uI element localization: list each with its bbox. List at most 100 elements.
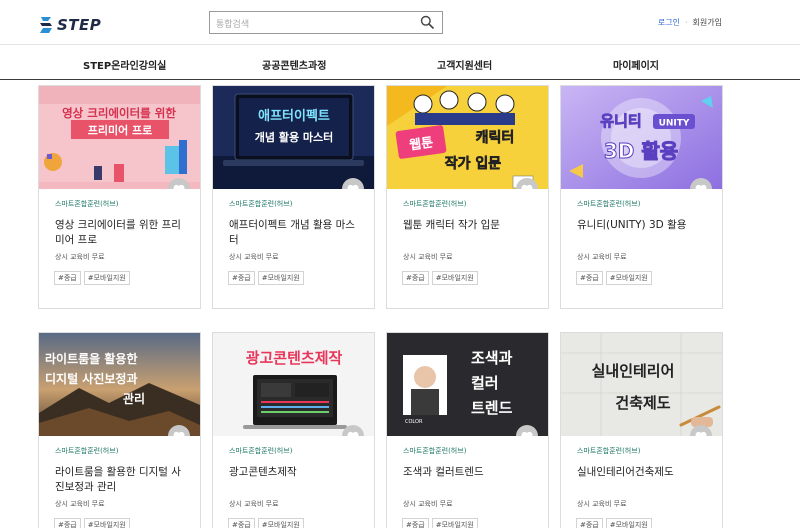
course-provider: 스마트혼합훈련(허브)	[403, 447, 467, 455]
course-tag[interactable]: #모바일지원	[257, 518, 304, 528]
heart-icon	[695, 431, 707, 436]
course-tag[interactable]: #중급	[228, 518, 255, 528]
course-thumbnail[interactable]: 애프터이펙트 개념 활용 마스터	[213, 86, 374, 189]
thumb-line1: 광고콘텐츠제작	[246, 349, 343, 367]
course-thumbnail[interactable]: 유니티 UNITY 3D 활용	[561, 86, 722, 189]
course-cost: 상시 교육비 무료	[229, 500, 279, 508]
course-card[interactable]: 애프터이펙트 개념 활용 마스터 스마트혼합훈련(허브) 애프터이펙트 개념 활…	[212, 85, 375, 309]
course-card[interactable]: 라이트룸을 활용한 디지털 사진보정과 관리 스마트혼합훈련(허브) 라이트룸을…	[38, 332, 201, 528]
course-thumbnail-art: 실내인테리어 건축제도	[561, 333, 722, 436]
auth-links: 로그인 · 회원가입	[658, 17, 722, 28]
nav-item-support-center[interactable]: 고객지원센터	[437, 57, 492, 72]
course-card[interactable]: 광고콘텐츠제작 스마트혼합훈련(허브) 광고콘텐츠제작 상시 교육비 무료 #중…	[212, 332, 375, 528]
heart-icon	[695, 184, 707, 189]
course-title[interactable]: 유니티(UNITY) 3D 활용	[577, 218, 712, 248]
course-thumbnail-art: 웹툰 캐릭터 작가 입문	[387, 86, 548, 189]
course-thumbnail-art: 라이트룸을 활용한 디지털 사진보정과 관리	[39, 333, 200, 436]
search-input[interactable]	[210, 14, 410, 36]
course-provider: 스마트혼합훈련(허브)	[55, 200, 119, 208]
step-logo-icon	[40, 17, 52, 33]
signup-link[interactable]: 회원가입	[693, 17, 722, 28]
course-card[interactable]: 웹툰 캐릭터 작가 입문 스마트혼합훈련(허브) 웹툰 캐릭터 작가 입문 상시…	[386, 85, 549, 309]
auth-separator: ·	[685, 18, 688, 27]
thumb-line2: 3D 활용	[604, 139, 678, 163]
thumb-line3: 관리	[123, 391, 145, 406]
heart-icon	[521, 184, 533, 189]
course-provider: 스마트혼합훈련(허브)	[577, 200, 641, 208]
course-tag[interactable]: #모바일지원	[83, 271, 130, 285]
course-tag[interactable]: #중급	[54, 518, 81, 528]
thumb-line1: 라이트룸을 활용한	[45, 351, 138, 366]
course-tag[interactable]: #중급	[402, 271, 429, 285]
heart-icon	[521, 431, 533, 436]
course-title[interactable]: 웹툰 캐릭터 작가 입문	[403, 218, 538, 248]
course-provider: 스마트혼합훈련(허브)	[403, 200, 467, 208]
course-card[interactable]: 영상 크리에이터를 위한 프리미어 프로 스마트혼합훈련(허브) 영상 크리에이…	[38, 85, 201, 309]
course-title[interactable]: 애프터이펙트 개념 활용 마스터	[229, 218, 364, 248]
course-provider: 스마트혼합훈련(허브)	[55, 447, 119, 455]
login-link[interactable]: 로그인	[658, 17, 680, 28]
course-thumbnail-art: 영상 크리에이터를 위한 프리미어 프로	[39, 86, 200, 189]
course-provider: 스마트혼합훈련(허브)	[229, 200, 293, 208]
thumb-line2: 디지털 사진보정과	[45, 371, 138, 386]
course-tag[interactable]: #중급	[54, 271, 81, 285]
course-cost: 상시 교육비 무료	[403, 500, 453, 508]
thumb-badge: UNITY	[659, 119, 690, 129]
course-cost: 상시 교육비 무료	[577, 253, 627, 261]
course-tag[interactable]: #모바일지원	[257, 271, 304, 285]
site-header: STEP 로그인 · 회원가입	[0, 0, 800, 45]
search-icon[interactable]	[420, 15, 434, 29]
heart-icon	[173, 184, 185, 189]
course-title[interactable]: 라이트룸을 활용한 디지털 사진보정과 관리	[55, 465, 190, 495]
course-cost: 상시 교육비 무료	[577, 500, 627, 508]
course-tag[interactable]: #모바일지원	[83, 518, 130, 528]
thumb-line2: 컬러	[471, 374, 499, 392]
course-tag[interactable]: #모바일지원	[605, 518, 652, 528]
thumb-line2: 작가 입문	[445, 155, 502, 172]
thumb-line1: 애프터이펙트	[258, 108, 330, 124]
thumb-line2: 건축제도	[615, 394, 670, 412]
search-box	[209, 11, 443, 36]
course-tag[interactable]: #중급	[576, 518, 603, 528]
nav-item-public-content[interactable]: 공공콘텐츠과정	[262, 57, 326, 72]
course-cost: 상시 교육비 무료	[403, 253, 453, 261]
course-title[interactable]: 영상 크리에이터를 위한 프리미어 프로	[55, 218, 190, 248]
thumb-line1: 조색과	[471, 349, 513, 367]
course-cost: 상시 교육비 무료	[55, 500, 105, 508]
thumb-line1: 실내인테리어	[592, 362, 675, 380]
course-thumbnail-art: COLOR 조색과 컬러 트렌드	[387, 333, 548, 436]
course-tag[interactable]: #모바일지원	[431, 271, 478, 285]
step-logo[interactable]: STEP	[38, 15, 101, 35]
course-provider: 스마트혼합훈련(허브)	[577, 447, 641, 455]
svg-text:캐릭터: 캐릭터	[476, 130, 515, 146]
course-tag[interactable]: #모바일지원	[605, 271, 652, 285]
course-thumbnail[interactable]: 웹툰 캐릭터 작가 입문	[387, 86, 548, 189]
course-tag[interactable]: #모바일지원	[431, 518, 478, 528]
course-tag[interactable]: #중급	[576, 271, 603, 285]
course-thumbnail[interactable]: 라이트룸을 활용한 디지털 사진보정과 관리	[39, 333, 200, 436]
logo-text: STEP	[57, 16, 102, 34]
course-thumbnail-art: 광고콘텐츠제작	[213, 333, 374, 436]
course-thumbnail[interactable]: COLOR 조색과 컬러 트렌드	[387, 333, 548, 436]
course-cost: 상시 교육비 무료	[55, 253, 105, 261]
course-title[interactable]: 실내인테리어건축제도	[577, 465, 712, 495]
course-title[interactable]: 광고콘텐츠제작	[229, 465, 364, 495]
course-thumbnail[interactable]: 실내인테리어 건축제도	[561, 333, 722, 436]
nav-item-mypage[interactable]: 마이페이지	[613, 57, 659, 72]
course-provider: 스마트혼합훈련(허브)	[229, 447, 293, 455]
course-card[interactable]: 유니티 UNITY 3D 활용 스마트혼합훈련(허브) 유니티(UNITY) 3…	[560, 85, 723, 309]
thumb-line3: 트렌드	[471, 399, 513, 417]
course-tag[interactable]: #중급	[402, 518, 429, 528]
heart-icon	[173, 431, 185, 436]
course-card[interactable]: 실내인테리어 건축제도 스마트혼합훈련(허브) 실내인테리어건축제도 상시 교육…	[560, 332, 723, 528]
thumb-line1: 영상 크리에이터를 위한	[62, 106, 176, 120]
course-thumbnail[interactable]: 영상 크리에이터를 위한 프리미어 프로	[39, 86, 200, 189]
course-cost: 상시 교육비 무료	[229, 253, 279, 261]
course-tag[interactable]: #중급	[228, 271, 255, 285]
course-card[interactable]: COLOR 조색과 컬러 트렌드 스마트혼합훈련(허브) 조색과 컬러트렌드 상…	[386, 332, 549, 528]
thumb-line1: 유니티	[600, 112, 641, 130]
course-thumbnail-art: 애프터이펙트 개념 활용 마스터	[213, 86, 374, 189]
course-thumbnail[interactable]: 광고콘텐츠제작	[213, 333, 374, 436]
course-title[interactable]: 조색과 컬러트렌드	[403, 465, 538, 495]
nav-item-online-classroom[interactable]: STEP온라인강의실	[83, 57, 166, 72]
